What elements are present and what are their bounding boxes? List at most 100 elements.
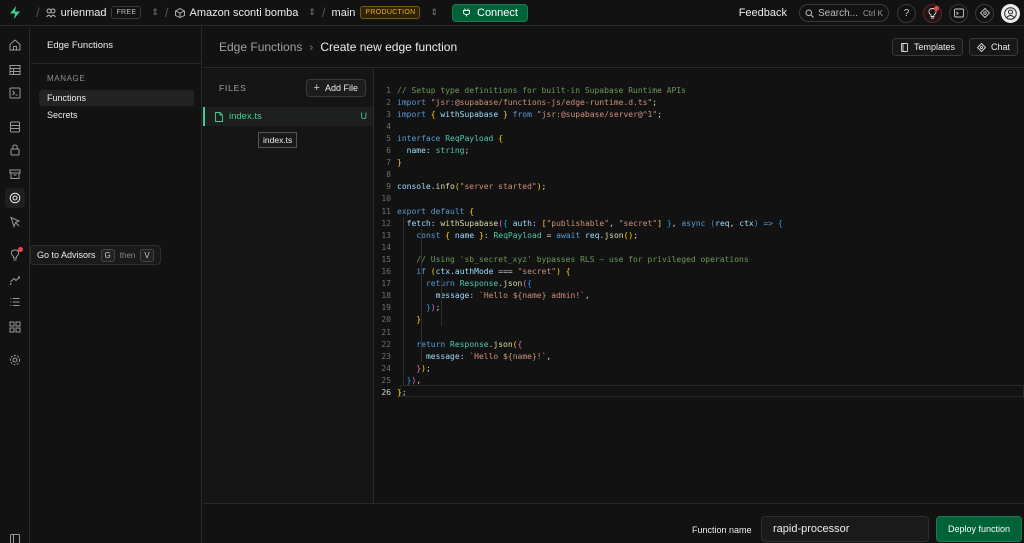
code-line[interactable]: 14	[375, 241, 397, 253]
project-selector[interactable]: Amazon sconti bomba ⇕	[174, 6, 316, 19]
code-line[interactable]: 19 });	[375, 302, 440, 314]
sql-editor-icon[interactable]	[8, 86, 22, 100]
line-number: 22	[381, 339, 391, 349]
line-code: // Using 'sb_secret_xyz' bypasses RLS — …	[416, 254, 749, 264]
chat-label: Chat	[990, 42, 1010, 52]
code-line[interactable]: 10	[375, 193, 397, 205]
search-button[interactable]: Search... Ctrl K	[799, 4, 889, 22]
connect-button[interactable]: Connect	[452, 3, 528, 22]
avatar-icon	[1004, 6, 1017, 20]
code-line[interactable]: 8	[375, 169, 397, 181]
code-line[interactable]: 7}	[375, 157, 402, 169]
org-icon	[45, 8, 56, 18]
terminal-button[interactable]	[949, 3, 968, 23]
line-number: 3	[386, 109, 391, 119]
icon-rail	[0, 27, 30, 543]
sidebar-item-label: Functions	[47, 93, 87, 103]
storage-box-icon[interactable]	[8, 167, 22, 181]
file-name: index.ts	[229, 111, 262, 122]
code-line[interactable]: 1 // Setup type definitions for built-in …	[375, 84, 686, 96]
home-icon[interactable]	[8, 38, 22, 52]
line-number: 15	[381, 254, 391, 264]
database-icon[interactable]	[8, 120, 22, 134]
branch-selector[interactable]: main PRODUCTION ⇕	[332, 6, 438, 19]
code-line[interactable]: 4	[375, 120, 397, 132]
advisors-lightbulb-icon[interactable]	[8, 247, 23, 262]
code-line[interactable]: 23 message: `Hello ${name}!`,	[375, 350, 551, 362]
sidenav-title: Edge Functions	[47, 40, 114, 51]
line-number: 17	[381, 279, 391, 289]
indent-guide	[421, 229, 422, 363]
page-header: Edge Functions › Create new edge functio…	[203, 27, 1024, 68]
page-title: Create new edge function	[320, 40, 458, 54]
help-button[interactable]: ?	[897, 3, 916, 23]
line-code: import "jsr:@supabase/functions-js/edge-…	[397, 97, 658, 107]
project-name: Amazon sconti bomba	[189, 6, 299, 19]
line-code: return Response.json({	[425, 279, 532, 289]
chevron-right-icon: ›	[309, 40, 314, 54]
line-number: 4	[386, 121, 391, 131]
project-cube-icon	[174, 7, 185, 18]
add-file-label: Add File	[324, 83, 358, 93]
code-line[interactable]: 26};	[375, 387, 407, 399]
code-line[interactable]: 11 export default {	[375, 205, 474, 217]
code-line[interactable]: 25 }),	[375, 374, 421, 386]
feedback-button[interactable]: Feedback	[739, 7, 787, 19]
code-line[interactable]: 22 return Response.json({	[375, 338, 522, 350]
section-label-manage: MANAGE	[47, 74, 86, 83]
chat-button[interactable]: Chat	[968, 38, 1018, 56]
avatar[interactable]	[1001, 3, 1020, 23]
shortcut-then: then	[119, 250, 136, 260]
sidebar-item-secrets[interactable]: Secrets	[39, 107, 194, 123]
tooltip-text: Go to Advisors	[37, 250, 96, 260]
settings-gear-icon[interactable]	[8, 353, 22, 367]
advisors-button[interactable]	[923, 3, 942, 23]
code-line[interactable]: 16 if (ctx.authMode === "secret") {	[375, 266, 570, 278]
supabase-logo-icon[interactable]	[0, 0, 30, 26]
edge-functions-icon[interactable]	[5, 188, 25, 208]
code-line[interactable]: 12 fetch: withSupabase({ auth: ["publish…	[375, 217, 782, 229]
line-number: 9	[386, 182, 391, 192]
terminal-icon	[953, 8, 964, 18]
production-badge: PRODUCTION	[360, 6, 421, 19]
sidebar-item-functions[interactable]: Functions	[39, 90, 194, 106]
code-line[interactable]: 15 // Using 'sb_secret_xyz' bypasses RLS…	[375, 253, 749, 265]
collapse-sidebar-icon[interactable]	[8, 532, 22, 543]
code-editor[interactable]: 1 // Setup type definitions for built-in …	[375, 69, 1024, 503]
integrations-icon[interactable]	[8, 320, 22, 334]
auth-lock-icon[interactable]	[8, 143, 22, 157]
line-code: // Setup type definitions for built-in S…	[397, 85, 686, 95]
file-item-index-ts[interactable]: index.ts U	[203, 107, 373, 126]
templates-button[interactable]: Templates	[891, 38, 963, 56]
code-line[interactable]: 2 import "jsr:@supabase/functions-js/edge…	[375, 96, 657, 108]
indent-guide	[441, 277, 442, 326]
code-line[interactable]: 6 name: string;	[375, 145, 469, 157]
org-selector[interactable]: urienmad FREE ⇕	[45, 6, 159, 19]
line-number: 6	[386, 146, 391, 155]
code-line[interactable]: 5 interface ReqPayload {	[375, 132, 503, 144]
code-line[interactable]: 3 import { withSupabase } from "jsr:@supa…	[375, 108, 662, 120]
line-number: 10	[381, 194, 391, 204]
realtime-cursor-icon[interactable]	[8, 215, 22, 229]
line-code: };	[397, 388, 407, 397]
code-line[interactable]: 21	[375, 326, 397, 338]
file-tooltip: index.ts	[258, 132, 298, 148]
table-editor-icon[interactable]	[8, 63, 22, 77]
line-number: 7	[386, 158, 391, 168]
deploy-function-button[interactable]: Deploy function	[936, 516, 1022, 542]
code-line[interactable]: 17 return Response.json({	[375, 278, 532, 290]
code-line[interactable]: 18 message: `Hello ${name} admin!`,	[375, 290, 589, 302]
connect-label: Connect	[477, 6, 518, 19]
line-number: 21	[381, 327, 391, 337]
code-line[interactable]: 13 const { name }: ReqPayload = await re…	[375, 229, 638, 241]
logs-icon[interactable]	[8, 295, 22, 309]
assistant-button[interactable]	[975, 3, 994, 23]
reports-icon[interactable]	[8, 273, 22, 287]
code-line[interactable]: 9 console.info("server started");	[375, 181, 546, 193]
code-line[interactable]: 20 }	[375, 314, 421, 326]
function-name-input[interactable]: rapid-processor	[761, 516, 929, 542]
line-code: const { name }: ReqPayload = await req.j…	[416, 230, 639, 240]
files-panel: FILES + Add File index.ts U index.ts	[203, 69, 374, 503]
breadcrumb-parent[interactable]: Edge Functions	[219, 40, 302, 54]
add-file-button[interactable]: + Add File	[305, 79, 366, 97]
